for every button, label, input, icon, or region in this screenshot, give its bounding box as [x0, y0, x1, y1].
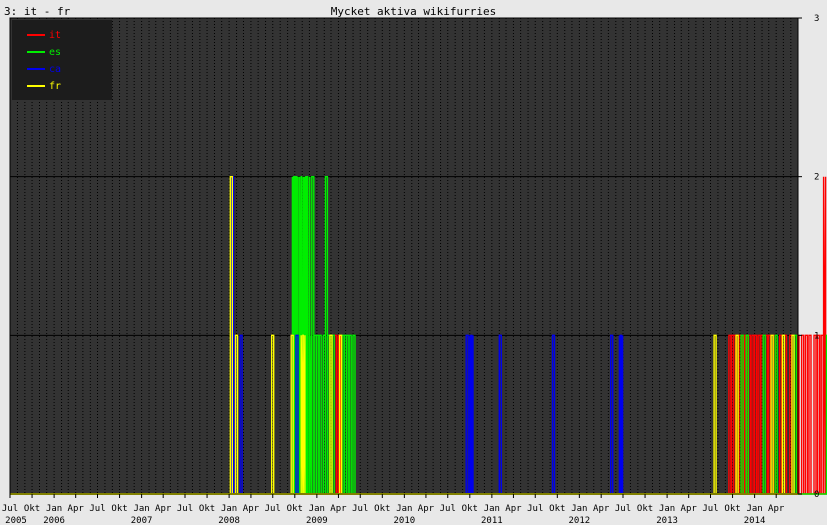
- y-tick-label: 1: [814, 331, 819, 341]
- x-tick-label: Okt: [24, 504, 40, 514]
- year-label: 2012: [569, 516, 591, 525]
- x-tick-label: Jan: [309, 504, 325, 514]
- x-tick-label: Jan: [133, 504, 149, 514]
- x-tick-label: Apr: [330, 504, 347, 514]
- x-tick-label: Okt: [724, 504, 740, 514]
- x-tick-label: Okt: [374, 504, 390, 514]
- year-label: 2011: [481, 516, 503, 525]
- year-label: 2005: [5, 516, 27, 525]
- x-tick-label: Apr: [418, 504, 435, 514]
- x-tick-label: Jul: [352, 504, 368, 514]
- x-axis: Jul Okt Jan Apr Jul Okt Jan Apr Jul Okt Jan Apr Jul O…: [2, 494, 785, 525]
- legend-label-it: it: [49, 30, 61, 41]
- chart: 0 1 2 3 Jul Okt Jan Apr Jul Okt Jan Apr Jul Okt Jan Ap…: [2, 14, 827, 525]
- x-tick-label: Jul: [2, 504, 18, 514]
- year-label: 2013: [656, 516, 678, 525]
- x-tick-label: Jul: [615, 504, 631, 514]
- x-tick-label: Jan: [484, 504, 500, 514]
- x-tick-label: Okt: [637, 504, 653, 514]
- y-tick-label: 2: [814, 173, 819, 183]
- x-tick-label: Apr: [593, 504, 610, 514]
- year-label: 2009: [306, 516, 328, 525]
- legend-label-ca: ca: [49, 64, 61, 75]
- y-tick-label: 3: [814, 14, 819, 24]
- year-label: 2008: [218, 516, 240, 525]
- x-tick-label: Okt: [111, 504, 127, 514]
- x-tick-label: Apr: [681, 504, 698, 514]
- x-tick-label: Jul: [527, 504, 543, 514]
- x-tick-label: Jul: [89, 504, 105, 514]
- x-tick-label: Jan: [396, 504, 412, 514]
- x-tick-label: Okt: [287, 504, 303, 514]
- x-tick-label: Apr: [243, 504, 260, 514]
- x-tick-label: Jul: [177, 504, 193, 514]
- legend-label-es: es: [49, 47, 61, 58]
- x-tick-label: Apr: [505, 504, 522, 514]
- x-tick-label: Apr: [155, 504, 172, 514]
- x-tick-label: Jan: [571, 504, 587, 514]
- year-label: 2006: [43, 516, 65, 525]
- x-tick-label: Jul: [702, 504, 718, 514]
- x-tick-label: Jan: [746, 504, 762, 514]
- year-label: 2010: [394, 516, 416, 525]
- x-tick-label: Jul: [440, 504, 456, 514]
- x-tick-label: Jul: [265, 504, 281, 514]
- legend-label-fr: fr: [49, 81, 61, 92]
- x-tick-label: Jan: [221, 504, 237, 514]
- year-label: 2007: [131, 516, 153, 525]
- x-tick-label: Jan: [46, 504, 62, 514]
- year-label: 2014: [744, 516, 766, 525]
- x-tick-label: Okt: [549, 504, 565, 514]
- x-tick-label: Apr: [68, 504, 85, 514]
- legend: it es ca fr: [12, 20, 112, 100]
- legend-box: [12, 20, 112, 100]
- x-tick-label: Apr: [768, 504, 785, 514]
- y-tick-label: 0: [814, 490, 819, 500]
- x-tick-label: Okt: [199, 504, 215, 514]
- x-tick-label: Okt: [462, 504, 478, 514]
- x-tick-label: Jan: [659, 504, 675, 514]
